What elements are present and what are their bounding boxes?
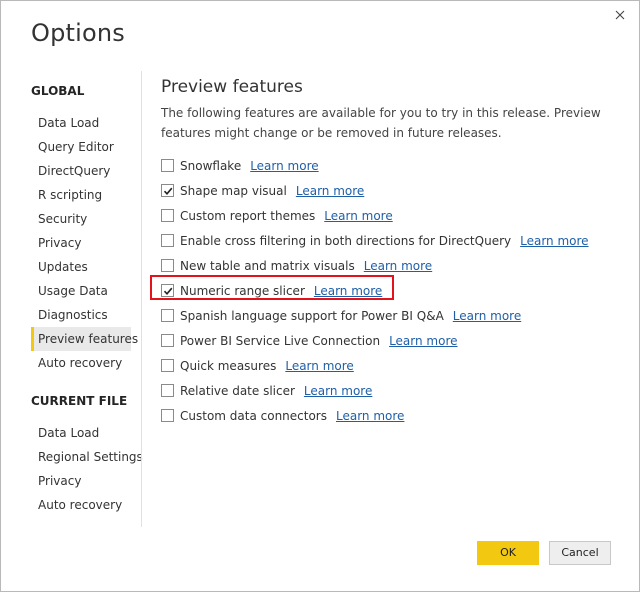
feature-row-numeric-range-slicer: Numeric range slicer Learn more xyxy=(161,278,611,303)
learn-more-link[interactable]: Learn more xyxy=(336,409,404,423)
sidebar-item-global-updates[interactable]: Updates xyxy=(31,255,131,279)
feature-label: Relative date slicer xyxy=(180,383,295,398)
sidebar-item-global-usage-data[interactable]: Usage Data xyxy=(31,279,131,303)
feature-label: Custom report themes xyxy=(180,208,316,223)
checkmark-icon xyxy=(163,287,172,295)
feature-row-new-table-and-matrix-visuals: New table and matrix visuals Learn more xyxy=(161,253,611,278)
panel-heading: Preview features xyxy=(161,77,303,97)
learn-more-link[interactable]: Learn more xyxy=(296,184,364,198)
sidebar-item-global-r-scripting[interactable]: R scripting xyxy=(31,183,131,207)
nav-current-file-list: Data Load Regional Settings Privacy Auto re… xyxy=(31,421,143,517)
learn-more-link[interactable]: Learn more xyxy=(250,159,318,173)
options-nav: GLOBAL Data Load Query Editor DirectQuery R… xyxy=(31,73,143,517)
feature-row-snowflake: Snowflake Learn more xyxy=(161,153,611,178)
feature-list: Snowflake Learn more Shape map visual Learn… xyxy=(161,153,611,428)
dialog-title: Options xyxy=(31,19,126,47)
sidebar-item-global-query-editor[interactable]: Query Editor xyxy=(31,135,131,159)
feature-row-custom-report-themes: Custom report themes Learn more xyxy=(161,203,611,228)
learn-more-link[interactable]: Learn more xyxy=(520,234,588,248)
feature-checkbox-custom-report-themes[interactable] xyxy=(161,209,174,222)
learn-more-link[interactable]: Learn more xyxy=(453,309,521,323)
feature-checkbox-custom-data-connectors[interactable] xyxy=(161,409,174,422)
feature-checkbox-shape-map-visual[interactable] xyxy=(161,184,174,197)
learn-more-link[interactable]: Learn more xyxy=(389,334,457,348)
feature-row-relative-date-slicer: Relative date slicer Learn more xyxy=(161,378,611,403)
cancel-button[interactable]: Cancel xyxy=(549,541,611,565)
feature-row-quick-measures: Quick measures Learn more xyxy=(161,353,611,378)
nav-section-global: GLOBAL xyxy=(31,84,85,98)
nav-section-current-file: CURRENT FILE xyxy=(31,394,128,408)
panel-description: The following features are available for… xyxy=(161,106,601,140)
options-dialog: Options GLOBAL Data Load Query Editor Dire… xyxy=(0,0,640,592)
sidebar-item-global-diagnostics[interactable]: Diagnostics xyxy=(31,303,131,327)
learn-more-link[interactable]: Learn more xyxy=(285,359,353,373)
feature-row-spanish-language-support-for-power-bi-q-a: Spanish language support for Power BI Q&… xyxy=(161,303,611,328)
feature-label: Snowflake xyxy=(180,158,242,173)
feature-label: Numeric range slicer xyxy=(180,283,305,298)
feature-row-power-bi-service-live-connection: Power BI Service Live Connection Learn mo… xyxy=(161,328,611,353)
sidebar-item-global-privacy[interactable]: Privacy xyxy=(31,231,131,255)
sidebar-item-global-security[interactable]: Security xyxy=(31,207,131,231)
feature-checkbox-new-table-and-matrix-visuals[interactable] xyxy=(161,259,174,272)
feature-label: Quick measures xyxy=(180,358,277,373)
feature-checkbox-snowflake[interactable] xyxy=(161,159,174,172)
feature-label: Shape map visual xyxy=(180,183,287,198)
sidebar-item-global-directquery[interactable]: DirectQuery xyxy=(31,159,131,183)
nav-divider xyxy=(141,71,142,527)
ok-button[interactable]: OK xyxy=(477,541,539,565)
learn-more-link[interactable]: Learn more xyxy=(304,384,372,398)
feature-label: Spanish language support for Power BI Q&… xyxy=(180,308,444,323)
feature-row-shape-map-visual: Shape map visual Learn more xyxy=(161,178,611,203)
feature-label: Custom data connectors xyxy=(180,408,327,423)
sidebar-item-global-data-load[interactable]: Data Load xyxy=(31,111,131,135)
feature-label: Enable cross filtering in both direction… xyxy=(180,233,512,248)
feature-checkbox-power-bi-service-live-connection[interactable] xyxy=(161,334,174,347)
sidebar-item-global-auto-recovery[interactable]: Auto recovery xyxy=(31,351,131,375)
feature-checkbox-enable-cross-filtering-in-both-directions-for-directquery[interactable] xyxy=(161,234,174,247)
feature-checkbox-quick-measures[interactable] xyxy=(161,359,174,372)
nav-global-list: Data Load Query Editor DirectQuery R script… xyxy=(31,111,138,375)
close-icon xyxy=(615,10,625,20)
feature-label: New table and matrix visuals xyxy=(180,258,355,273)
sidebar-item-global-preview-features[interactable]: Preview features xyxy=(31,327,138,351)
sidebar-item-current-file-auto-recovery[interactable]: Auto recovery xyxy=(31,493,131,517)
feature-row-enable-cross-filtering-in-both-directions-for-directquery: Enable cross filtering in both direction… xyxy=(161,228,611,253)
sidebar-item-current-file-regional-settings[interactable]: Regional Settings xyxy=(31,445,143,469)
learn-more-link[interactable]: Learn more xyxy=(364,259,432,273)
close-button[interactable] xyxy=(607,5,633,25)
feature-row-custom-data-connectors: Custom data connectors Learn more xyxy=(161,403,611,428)
feature-checkbox-numeric-range-slicer[interactable] xyxy=(161,284,174,297)
learn-more-link[interactable]: Learn more xyxy=(324,209,392,223)
checkmark-icon xyxy=(163,187,172,195)
sidebar-item-current-file-data-load[interactable]: Data Load xyxy=(31,421,131,445)
feature-label: Power BI Service Live Connection xyxy=(180,333,381,348)
sidebar-item-current-file-privacy[interactable]: Privacy xyxy=(31,469,131,493)
feature-checkbox-relative-date-slicer[interactable] xyxy=(161,384,174,397)
feature-checkbox-spanish-language-support-for-power-bi-q-a[interactable] xyxy=(161,309,174,322)
learn-more-link[interactable]: Learn more xyxy=(314,284,382,298)
preview-features-panel: Preview features The following features … xyxy=(161,73,611,428)
